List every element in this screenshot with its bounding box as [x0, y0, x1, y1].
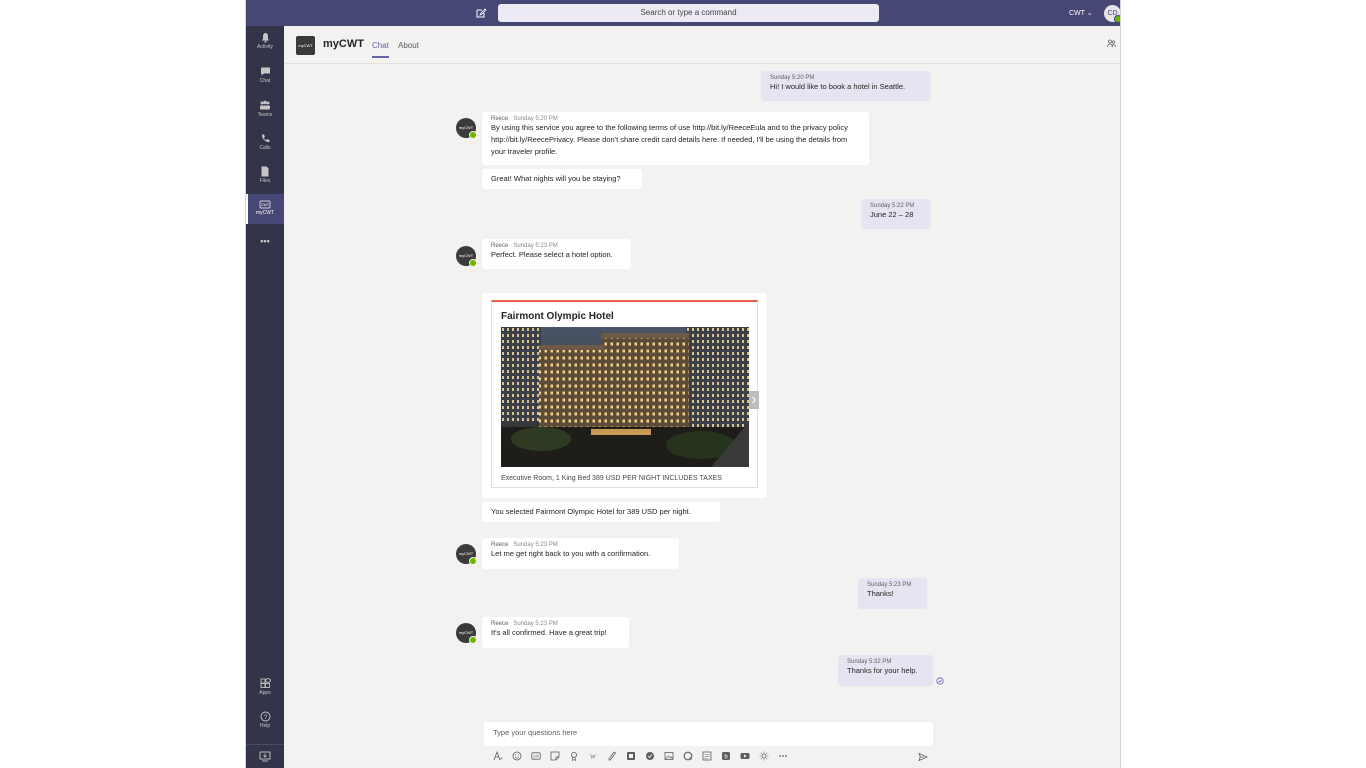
hotel-title: Fairmont Olympic Hotel	[501, 311, 614, 322]
bot-avatar: myCWT	[456, 623, 477, 644]
hotel-image	[501, 327, 749, 467]
message-text: Great! What nights will you be staying?	[491, 174, 621, 183]
message-text: You selected Fairmont Olympic Hotel for …	[491, 507, 691, 516]
bell-icon	[261, 33, 269, 43]
hotel-card[interactable]: Fairmont Olympic Hotel Executive Room, 1…	[482, 293, 767, 498]
message-received: Reece Sunday 5:23 PM Let me get right bac…	[482, 538, 679, 569]
message-received: Reece Sunday 5:23 PM It's all confirmed. …	[482, 617, 629, 648]
rail-item-help[interactable]: ? Help	[246, 711, 284, 739]
message-sent: Sunday 5:32 PM Thanks for your help.	[838, 655, 933, 686]
search-input[interactable]: Search or type a command	[498, 4, 879, 22]
rail-item-chat[interactable]: Chat	[246, 66, 284, 94]
bot-avatar: myCWT	[456, 246, 477, 267]
message-received: You selected Fairmont Olympic Hotel for …	[482, 502, 720, 522]
rail-item-apps[interactable]: Apps	[246, 678, 284, 706]
image-icon[interactable]	[664, 751, 674, 761]
message-input[interactable]: Type your questions here	[484, 722, 933, 746]
rail-label: Apps	[259, 690, 271, 696]
video-icon[interactable]	[740, 751, 750, 761]
phone-icon	[261, 134, 269, 143]
message-text: It's all confirmed. Have a great trip!	[491, 628, 607, 637]
chat-header: myCWT myCWT Chat About	[285, 26, 1120, 64]
help-icon: ?	[260, 711, 270, 722]
carousel-next-button[interactable]	[749, 391, 759, 409]
message-text: Thanks for your help.	[847, 666, 918, 675]
sticker-icon[interactable]	[550, 751, 560, 761]
chevron-right-icon	[752, 396, 757, 404]
forms-icon[interactable]	[702, 751, 712, 761]
user-avatar[interactable]: CD	[1104, 5, 1120, 23]
tenant-switcher[interactable]: CWT ⌄	[1069, 9, 1093, 17]
message-received: Reece Sunday 5:23 PM Perfect. Please sele…	[482, 239, 631, 269]
file-icon	[261, 166, 269, 177]
stream-icon[interactable]	[626, 751, 636, 761]
approvals-icon[interactable]	[607, 751, 617, 761]
planner-icon[interactable]	[645, 751, 655, 761]
seen-receipt-icon	[936, 677, 944, 685]
bing-icon[interactable]: b	[721, 751, 731, 761]
app-rail: Activity Chat Teams Calls Files CWT myCW…	[246, 26, 284, 768]
new-chat-icon[interactable]	[475, 7, 487, 19]
hotel-card-body: Fairmont Olympic Hotel Executive Room, 1…	[491, 300, 758, 488]
message-text: By using this service you agree to the f…	[491, 123, 848, 156]
rail-label: Teams	[257, 112, 273, 118]
rail-label: Help	[259, 723, 271, 729]
wiki-icon[interactable]: W	[588, 751, 598, 761]
gif-icon[interactable]: GIF	[531, 751, 541, 761]
rail-label: Calls	[259, 145, 271, 151]
chat-icon	[260, 67, 270, 76]
quiz-icon[interactable]	[683, 751, 693, 761]
tab-chat[interactable]: Chat	[372, 41, 389, 58]
message-text: Hi! I would like to book a hotel in Seat…	[770, 82, 906, 91]
weather-icon[interactable]	[759, 751, 769, 761]
svg-text:GIF: GIF	[533, 755, 539, 759]
bot-avatar: myCWT	[456, 544, 477, 565]
message-text: Let me get right back to you with a conf…	[491, 549, 651, 558]
device-download-icon	[259, 751, 271, 762]
more-options-icon[interactable]	[778, 751, 788, 761]
download-app-button[interactable]	[246, 744, 284, 768]
rail-label: Chat	[259, 78, 271, 84]
rail-item-files[interactable]: Files	[246, 166, 284, 194]
svg-text:?: ?	[263, 715, 267, 721]
svg-text:W: W	[590, 755, 596, 761]
message-sent: Sunday 5:23 PM Thanks!	[858, 578, 927, 609]
hotel-description: Executive Room, 1 King Bed 389 USD PER N…	[501, 475, 722, 482]
message-received: Reece Sunday 5:20 PM By using this servic…	[482, 112, 869, 165]
message-text: Thanks!	[867, 589, 894, 598]
svg-text:CWT: CWT	[261, 203, 270, 207]
message-sent: Sunday 5:20 PM Hi! I would like to book …	[761, 71, 931, 101]
top-bar: Search or type a command CWT ⌄ CD	[246, 0, 1120, 26]
message-received: Great! What nights will you be staying?	[482, 169, 642, 189]
bot-name: myCWT	[323, 38, 364, 50]
rail-item-activity[interactable]: Activity	[246, 32, 284, 60]
tab-about[interactable]: About	[398, 41, 419, 50]
rail-label: Activity	[257, 44, 273, 50]
apps-icon	[260, 678, 271, 688]
praise-icon[interactable]	[569, 751, 579, 761]
rail-label: Files	[259, 178, 271, 184]
message-text: June 22 – 28	[870, 210, 914, 219]
teams-icon	[260, 100, 270, 110]
send-icon[interactable]	[918, 752, 928, 762]
mycwt-icon: CWT	[259, 200, 271, 209]
rail-item-calls[interactable]: Calls	[246, 133, 284, 161]
teams-window: Search or type a command CWT ⌄ CD Activi…	[245, 0, 1121, 768]
emoji-icon[interactable]	[512, 751, 522, 761]
rail-item-teams[interactable]: Teams	[246, 100, 284, 128]
bot-logo: myCWT	[296, 36, 315, 55]
bot-avatar: myCWT	[456, 118, 477, 139]
message-text: Perfect. Please select a hotel option.	[491, 250, 613, 259]
message-sent: Sunday 5:22 PM June 22 – 28	[861, 199, 931, 229]
people-icon[interactable]	[1107, 39, 1116, 48]
rail-label: myCWT	[255, 210, 275, 216]
format-icon[interactable]	[493, 751, 503, 761]
rail-item-mycwt[interactable]: CWT myCWT	[246, 194, 284, 224]
more-apps-button[interactable]: •••	[246, 236, 284, 248]
